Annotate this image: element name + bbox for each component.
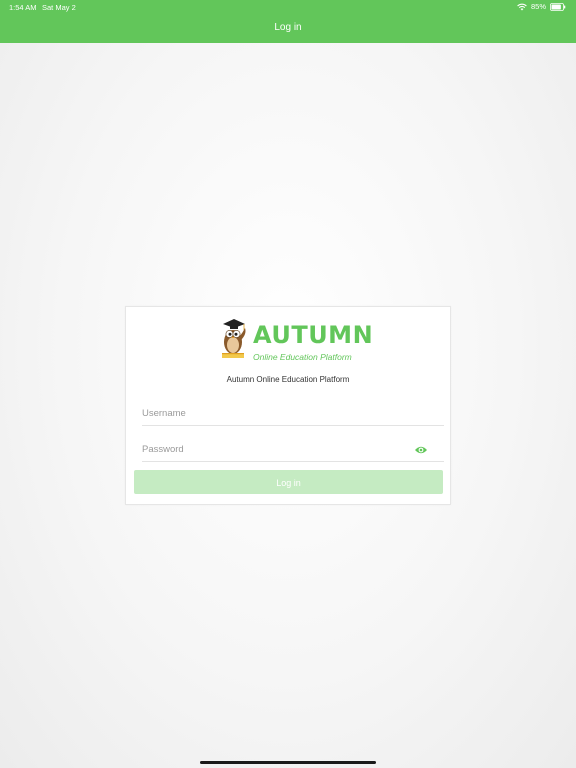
wifi-icon bbox=[517, 3, 527, 11]
owl-mascot-icon bbox=[222, 319, 246, 358]
page-title: Log in bbox=[274, 22, 302, 33]
logo-tagline: Online Education Platform bbox=[253, 352, 352, 362]
battery-icon bbox=[550, 2, 566, 11]
show-password-icon[interactable] bbox=[414, 442, 428, 454]
status-date: Sat May 2 bbox=[42, 3, 76, 12]
password-field bbox=[142, 439, 444, 462]
home-indicator[interactable] bbox=[200, 761, 376, 764]
username-input[interactable] bbox=[142, 404, 402, 423]
username-field bbox=[142, 403, 444, 426]
battery-percentage: 85% bbox=[530, 2, 546, 11]
login-button[interactable]: Log in bbox=[134, 470, 443, 494]
platform-name: Autumn Online Education Platform bbox=[226, 375, 350, 384]
logo-title: AUTUMN bbox=[253, 321, 374, 349]
status-indicators: 85% bbox=[517, 2, 566, 11]
login-card: AUTUMN Online Education Platform Autumn … bbox=[125, 306, 451, 505]
password-input[interactable] bbox=[142, 440, 402, 459]
app-logo: AUTUMN Online Education Platform bbox=[220, 316, 374, 362]
status-time: 1:54 AM bbox=[9, 3, 37, 12]
navigation-bar: 1:54 AM Sat May 2 85% Log in bbox=[0, 0, 576, 43]
